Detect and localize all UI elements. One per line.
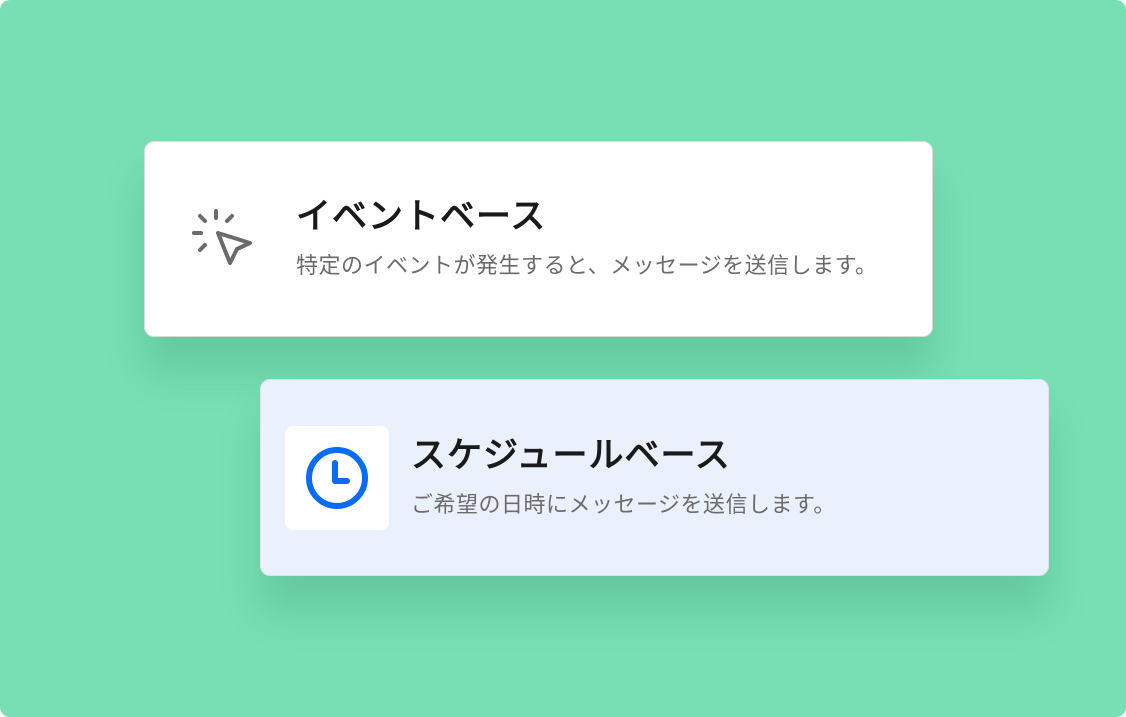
schedule-text: スケジュールベース ご希望の日時にメッセージを送信します。 [411, 435, 836, 521]
schedule-based-description: ご希望の日時にメッセージを送信します。 [411, 492, 836, 518]
event-based-card[interactable]: イベントベース 特定のイベントが発生すると、メッセージを送信します。 [144, 141, 933, 337]
event-based-title: イベントベース [296, 197, 547, 237]
event-based-description: 特定のイベントが発生すると、メッセージを送信します。 [296, 254, 878, 279]
schedule-based-title: スケジュールベース [411, 435, 731, 476]
clock-icon [306, 446, 368, 509]
canvas: イベントベース 特定のイベントが発生すると、メッセージを送信します。 スケジュー… [0, 0, 1126, 717]
schedule-icon-container [285, 425, 389, 530]
schedule-based-card[interactable]: スケジュールベース ご希望の日時にメッセージを送信します。 [260, 379, 1049, 576]
cursor-click-icon [192, 209, 252, 265]
event-text: イベントベース 特定のイベントが発生すると、メッセージを送信します。 [296, 196, 877, 282]
event-icon-container [170, 187, 274, 291]
